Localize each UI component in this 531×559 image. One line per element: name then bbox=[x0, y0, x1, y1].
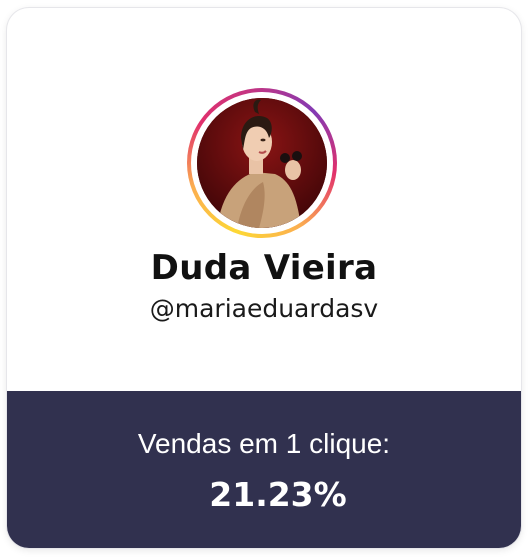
sales-stats-panel: Vendas em 1 clique: 21.23% bbox=[7, 391, 521, 548]
sales-stat-value: 21.23% bbox=[209, 475, 347, 514]
profile-name: Duda Vieira bbox=[150, 248, 378, 288]
sales-stat-label: Vendas em 1 clique: bbox=[137, 428, 391, 459]
influencer-card[interactable]: Duda Vieira @mariaeduardasv Vendas em 1 … bbox=[7, 8, 521, 548]
avatar-portrait-image bbox=[197, 98, 327, 228]
avatar[interactable] bbox=[197, 98, 327, 228]
profile-section: Duda Vieira @mariaeduardasv bbox=[7, 8, 521, 391]
profile-handle[interactable]: @mariaeduardasv bbox=[7, 294, 521, 323]
avatar-story-ring[interactable] bbox=[187, 88, 337, 238]
avatar-ring-gap bbox=[191, 92, 333, 234]
